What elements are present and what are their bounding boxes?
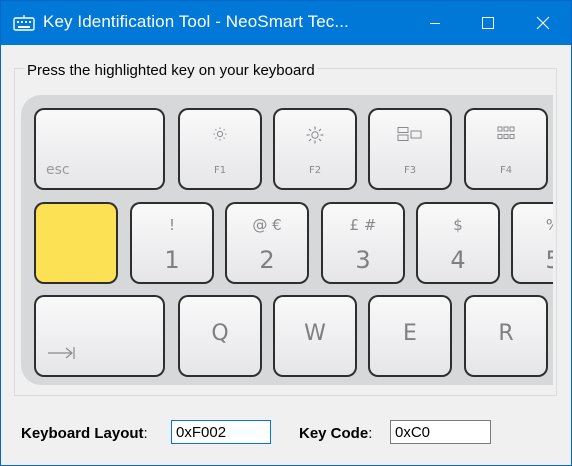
maximize-button[interactable]: [461, 1, 515, 45]
launchpad-icon: [464, 126, 548, 142]
mission-control-icon: [368, 126, 452, 142]
key-5: % 5: [511, 202, 553, 284]
title-bar[interactable]: Key Identification Tool - NeoSmart Tec..…: [1, 1, 571, 45]
key-1-label: 1: [164, 246, 180, 274]
key-e: E: [368, 295, 452, 377]
brightness-up-icon: [273, 126, 357, 144]
key-2: @ € 2: [225, 202, 309, 284]
key-3: £ # 3: [321, 202, 405, 284]
key-f2: F2: [273, 108, 357, 190]
key-tab: [34, 295, 165, 377]
keyboard-layout-field[interactable]: 0xF002: [171, 420, 271, 444]
instruction-text: Press the highlighted key on your keyboa…: [25, 62, 317, 79]
key-4-label: 4: [450, 246, 466, 274]
key-f3-label: F3: [403, 165, 417, 176]
key-1: ! 1: [130, 202, 214, 284]
key-code-field[interactable]: 0xC0: [390, 420, 491, 444]
key-5-symbol: %: [511, 216, 553, 234]
keyboard-app-icon: [13, 14, 35, 32]
key-3-label: 3: [355, 246, 371, 274]
close-button[interactable]: [516, 1, 570, 45]
key-esc: esc: [34, 108, 165, 190]
key-4: $ 4: [416, 202, 500, 284]
key-f3: F3: [368, 108, 452, 190]
minimize-icon: [430, 23, 440, 24]
key-w-label: W: [304, 321, 326, 346]
key-esc-label: esc: [46, 162, 70, 178]
key-f1: F1: [178, 108, 262, 190]
close-icon: [536, 16, 550, 30]
brightness-down-icon: [178, 126, 262, 142]
key-f4: F4: [464, 108, 548, 190]
key-r: R: [464, 295, 548, 377]
key-2-label: 2: [259, 246, 275, 274]
key-q: Q: [178, 295, 262, 377]
maximize-icon: [482, 17, 494, 29]
key-code-label: Key Code:: [299, 425, 373, 442]
app-window: Key Identification Tool - NeoSmart Tec..…: [0, 0, 572, 466]
key-3-symbol: £ #: [349, 216, 377, 234]
tab-arrow-icon: [46, 346, 76, 365]
keyboard-layout-label: Keyboard Layout:: [21, 425, 148, 442]
key-f1-label: F1: [213, 165, 227, 176]
key-r-label: R: [498, 321, 514, 346]
key-5-label: 5: [511, 246, 553, 274]
key-tilde-highlighted: [34, 202, 118, 284]
key-q-label: Q: [211, 321, 229, 346]
key-w: W: [273, 295, 357, 377]
key-1-symbol: !: [168, 216, 175, 234]
key-f4-label: F4: [499, 165, 513, 176]
keyboard-image: esc F1 F2 F3 F4 ! 1 @ € 2 £ # 3 $ 4 Q W …: [21, 95, 553, 385]
key-f2-label: F2: [308, 165, 322, 176]
key-4-symbol: $: [453, 216, 463, 234]
key-e-label: E: [403, 321, 417, 346]
key-2-symbol: @ €: [252, 216, 282, 234]
minimize-button[interactable]: [408, 1, 462, 45]
window-title: Key Identification Tool - NeoSmart Tec..…: [43, 12, 349, 31]
window-content: Press the highlighted key on your keyboa…: [1, 45, 571, 465]
